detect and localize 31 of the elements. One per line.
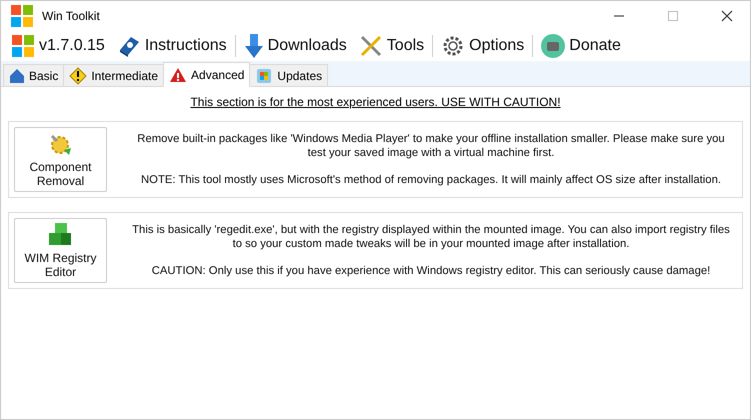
close-icon [721,10,733,22]
gear-icon [441,34,466,58]
tools-icon [358,34,383,58]
maximize-icon [668,11,678,21]
menu-item[interactable]: v1.7.0.15 [5,31,111,61]
tool-button[interactable]: WIM Registry Editor [14,218,107,283]
tool-description: Remove built-in packages like 'Windows Media Player' to make your offline installation smaller. Please make sure you test your saved image with a virtual machine first. [136,132,726,160]
tab[interactable]: Advanced [163,62,250,87]
tab[interactable]: Intermediate [63,64,164,86]
minimize-icon [614,15,624,17]
download-arrow-icon [244,33,264,59]
house-icon [9,68,25,84]
warning-icon [69,66,88,84]
window-title: Win Toolkit [42,9,101,23]
menu-item[interactable]: Tools [352,31,430,61]
tool-button[interactable]: Component Removal [14,127,107,192]
tab[interactable]: Basic [3,64,64,86]
caution-notice: This section is for the most experienced users. USE WITH CAUTION! [190,95,561,109]
menu-item[interactable]: Instructions [110,31,233,61]
wallet-icon [541,34,566,58]
windows-logo-icon [11,34,35,58]
menu-item[interactable]: Downloads [238,31,353,61]
menu-item[interactable]: Donate [535,31,627,61]
warning-triangle-icon [169,66,188,82]
menu-item[interactable]: Options [435,31,530,61]
tool-description: NOTE: This tool mostly uses Microsoft's method of removing packages. It will mainly affect OS size after installation. [141,173,721,187]
update-icon [255,66,274,84]
windows-logo-icon [10,4,34,28]
tab[interactable]: Updates [249,64,328,86]
tool-description: CAUTION: Only use this if you have experience with Windows registry editor. This can seriously cause damage! [152,264,710,278]
tool-description: This is basically 'regedit.exe', but with the registry displayed within the mounted image. You can also import registry files to so your custom made tweaks will be in your mounted image after installation. [131,223,731,251]
